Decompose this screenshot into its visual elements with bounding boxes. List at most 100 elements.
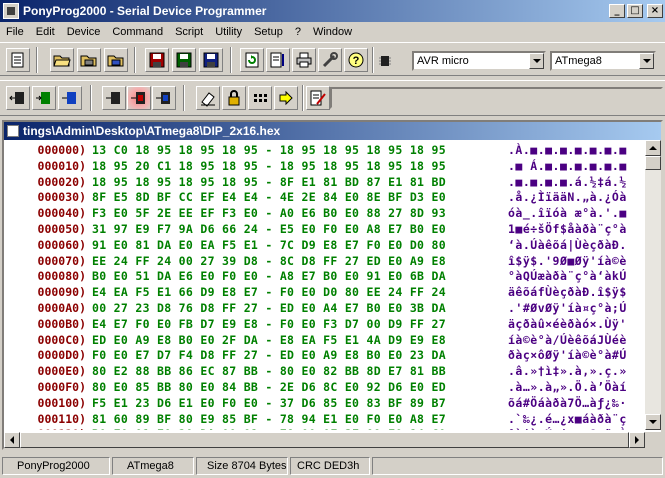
horizontal-scroll-thumb[interactable] <box>20 432 629 448</box>
hex-ascii[interactable]: ðàç×ôØÿ'íà©è°à#Ú <box>508 348 627 364</box>
device-family-select[interactable]: AVR micro <box>412 51 546 71</box>
open-data-button[interactable] <box>104 48 128 72</box>
maximize-button[interactable]: □ <box>627 4 643 18</box>
chevron-down-icon[interactable] <box>529 53 544 69</box>
scroll-down-button[interactable] <box>645 414 661 430</box>
hex-bytes[interactable]: EE 24 FF 24 00 27 39 D8 - 8C D8 FF 27 ED… <box>92 254 494 270</box>
reload-button[interactable] <box>240 48 264 72</box>
save-data-button[interactable] <box>199 48 223 72</box>
menu-file[interactable]: File <box>0 26 30 38</box>
hex-row[interactable]: 000070) EE 24 FF 24 00 27 39 D8 - 8C D8 F… <box>4 254 645 270</box>
hex-row[interactable]: 000050) 31 97 E9 F7 9A D6 66 24 - E5 E0 F… <box>4 222 645 238</box>
read-all-button[interactable] <box>6 86 30 110</box>
hex-row[interactable]: 0000F0) 80 E0 85 BB 80 E0 84 BB - 2E D6 8… <box>4 380 645 396</box>
hex-row[interactable]: 000060) 91 E0 81 DA E0 EA F5 E1 - 7C D9 E… <box>4 238 645 254</box>
horizontal-scrollbar[interactable] <box>4 432 645 448</box>
menu-script[interactable]: Script <box>169 26 209 38</box>
hex-bytes[interactable]: 13 C0 18 95 18 95 18 95 - 18 95 18 95 18… <box>92 143 494 159</box>
help-button[interactable]: ? <box>344 48 368 72</box>
hex-bytes[interactable]: 00 27 23 D8 76 D8 FF 27 - ED E0 A4 E7 B0… <box>92 301 494 317</box>
hex-ascii[interactable]: äçðàû×éèðàó×.Ùÿ' <box>508 317 627 333</box>
menu-edit[interactable]: Edit <box>30 26 61 38</box>
serial-number-button[interactable] <box>248 86 272 110</box>
hex-ascii[interactable]: .å.¿ÌïääN.„à.¿Óà <box>508 190 627 206</box>
hex-row[interactable]: 000020) 18 95 18 95 18 95 18 95 - 8F E1 8… <box>4 175 645 191</box>
menu-command[interactable]: Command <box>106 26 169 38</box>
hex-ascii[interactable]: î$ÿ$.'9Ø■Øÿ'íà©è <box>508 254 627 270</box>
minimize-button[interactable]: _ <box>609 4 625 18</box>
write-all-button[interactable] <box>32 86 56 110</box>
hex-ascii[interactable]: 1■é÷šÖf$åàðà¨ç°à <box>508 222 627 238</box>
hex-row[interactable]: 0000B0) E4 E7 F0 E0 FB D7 E9 E8 - F0 E0 F… <box>4 317 645 333</box>
scroll-up-button[interactable] <box>645 140 661 156</box>
app-icon[interactable] <box>3 3 19 19</box>
hex-row[interactable]: 000100) F5 E1 23 D6 E1 E0 F0 E0 - 37 D6 8… <box>4 396 645 412</box>
script-button[interactable] <box>306 86 330 110</box>
edit-buffer-button[interactable] <box>266 48 290 72</box>
scroll-left-button[interactable] <box>4 432 20 448</box>
hex-ascii[interactable]: .â.»†ì‡».à‚».ç.» <box>508 364 627 380</box>
chevron-down-icon[interactable] <box>639 53 654 69</box>
hex-row[interactable]: 000000) 13 C0 18 95 18 95 18 95 - 18 95 1… <box>4 143 645 159</box>
new-file-button[interactable] <box>6 48 30 72</box>
hex-bytes[interactable]: B0 E0 51 DA E6 E0 F0 E0 - A8 E7 B0 E0 91… <box>92 269 494 285</box>
menu-window[interactable]: Window <box>307 26 358 38</box>
hex-row[interactable]: 000010) 18 95 20 C1 18 95 18 95 - 18 95 1… <box>4 159 645 175</box>
hex-row[interactable]: 000120) B0 E0 91 E0 20 DA 00 91 - 78 00 0… <box>4 427 645 430</box>
menu-device[interactable]: Device <box>61 26 107 38</box>
hex-ascii[interactable]: °àQÚæàðà¨ç°à‘àkÚ <box>508 269 627 285</box>
hex-bytes[interactable]: 91 E0 81 DA E0 EA F5 E1 - 7C D9 E8 E7 F0… <box>92 238 494 254</box>
vertical-scroll-thumb[interactable] <box>645 156 661 170</box>
vertical-scrollbar[interactable] <box>645 140 661 430</box>
save-program-button[interactable] <box>172 48 196 72</box>
setup-button[interactable] <box>318 48 342 72</box>
hex-ascii[interactable]: äêõáfÙèçðàÐ.î$ÿ$ <box>508 285 627 301</box>
hex-ascii[interactable]: õá#Öáàðà7Ö…àƒ¿‰· <box>508 396 627 412</box>
hex-ascii[interactable]: .`‰¿.é…¿x■áàðà¨ç <box>508 412 627 428</box>
hex-bytes[interactable]: 80 E2 88 BB 86 EC 87 BB - 80 E0 82 BB 8D… <box>92 364 494 380</box>
hex-ascii[interactable]: .■.■.■.■.á.½‡á.½ <box>508 175 627 191</box>
hex-row[interactable]: 000040) F3 E0 5F 2E EE EF F3 E0 - A0 E6 B… <box>4 206 645 222</box>
hex-bytes[interactable]: E4 EA F5 E1 66 D9 E8 E7 - F0 E0 D0 80 EE… <box>92 285 494 301</box>
hex-row[interactable]: 0000A0) 00 27 23 D8 76 D8 FF 27 - ED E0 A… <box>4 301 645 317</box>
hex-view[interactable]: 000000) 13 C0 18 95 18 95 18 95 - 18 95 1… <box>4 140 645 430</box>
open-program-button[interactable] <box>77 48 101 72</box>
hex-ascii[interactable]: .■ Á.■.■.■.■.■.■ <box>508 159 627 175</box>
hex-bytes[interactable]: 31 97 E9 F7 9A D6 66 24 - E5 E0 F0 E0 A8… <box>92 222 494 238</box>
hex-ascii[interactable]: .à…».à„».Ö.à’Öàí <box>508 380 627 396</box>
read-program-button[interactable] <box>102 86 126 110</box>
print-button[interactable] <box>292 48 316 72</box>
hex-ascii[interactable]: °à‘à Ú.‘x..?.ð.À <box>508 427 627 430</box>
save-button[interactable] <box>145 48 169 72</box>
hex-row[interactable]: 000090) E4 EA F5 E1 66 D9 E8 E7 - F0 E0 D… <box>4 285 645 301</box>
hex-row[interactable]: 0000D0) F0 E0 E7 D7 F4 D8 FF 27 - ED E0 A… <box>4 348 645 364</box>
hex-row[interactable]: 000030) 8F E5 8D BF CC EF E4 E4 - 4E 2E 8… <box>4 190 645 206</box>
write-program-button[interactable] <box>127 86 151 110</box>
hex-bytes[interactable]: 18 95 20 C1 18 95 18 95 - 18 95 18 95 18… <box>92 159 494 175</box>
hex-bytes[interactable]: 8F E5 8D BF CC EF E4 E4 - 4E 2E 84 E0 8E… <box>92 190 494 206</box>
hex-row[interactable]: 000110) 81 60 89 BF 80 E9 85 BF - 78 94 E… <box>4 412 645 428</box>
hex-row[interactable]: 0000E0) 80 E2 88 BB 86 EC 87 BB - 80 E0 8… <box>4 364 645 380</box>
menu-setup[interactable]: Setup <box>248 26 289 38</box>
device-type-select[interactable]: ATmega8 <box>550 51 656 71</box>
hex-bytes[interactable]: ED E0 A9 E8 B0 E0 2F DA - E8 EA F5 E1 4A… <box>92 333 494 349</box>
hex-bytes[interactable]: E4 E7 F0 E0 FB D7 E9 E8 - F0 E0 F3 D7 00… <box>92 317 494 333</box>
hex-bytes[interactable]: F0 E0 E7 D7 F4 D8 FF 27 - ED E0 A9 E8 B0… <box>92 348 494 364</box>
hex-bytes[interactable]: 81 60 89 BF 80 E9 85 BF - 78 94 E1 E0 F0… <box>92 412 494 428</box>
hex-ascii[interactable]: ‘à.Úàêõá|ÙèçðàÐ. <box>508 238 627 254</box>
hex-row[interactable]: 0000C0) ED E0 A9 E8 B0 E0 2F DA - E8 EA F… <box>4 333 645 349</box>
erase-button[interactable] <box>196 86 220 110</box>
security-bits-button[interactable] <box>222 86 246 110</box>
open-file-button[interactable] <box>50 48 74 72</box>
next-button[interactable] <box>274 86 298 110</box>
hex-ascii[interactable]: .'#ØvØÿ'íà¤ç°à;Ú <box>508 301 627 317</box>
hex-bytes[interactable]: B0 E0 91 E0 20 DA 00 91 - 78 00 0F 3F 09… <box>92 427 494 430</box>
hex-bytes[interactable]: F5 E1 23 D6 E1 E0 F0 E0 - 37 D6 85 E0 83… <box>92 396 494 412</box>
verify-program-button[interactable] <box>152 86 176 110</box>
verify-all-button[interactable] <box>58 86 82 110</box>
hex-ascii[interactable]: íà©è°à/ÚèêõáJÙéè <box>508 333 627 349</box>
hex-ascii[interactable]: .À.■.■.■.■.■.■.■ <box>508 143 627 159</box>
hex-bytes[interactable]: F3 E0 5F 2E EE EF F3 E0 - A0 E6 B0 E0 88… <box>92 206 494 222</box>
hex-row[interactable]: 000080) B0 E0 51 DA E6 E0 F0 E0 - A8 E7 B… <box>4 269 645 285</box>
hex-bytes[interactable]: 18 95 18 95 18 95 18 95 - 8F E1 81 BD 87… <box>92 175 494 191</box>
